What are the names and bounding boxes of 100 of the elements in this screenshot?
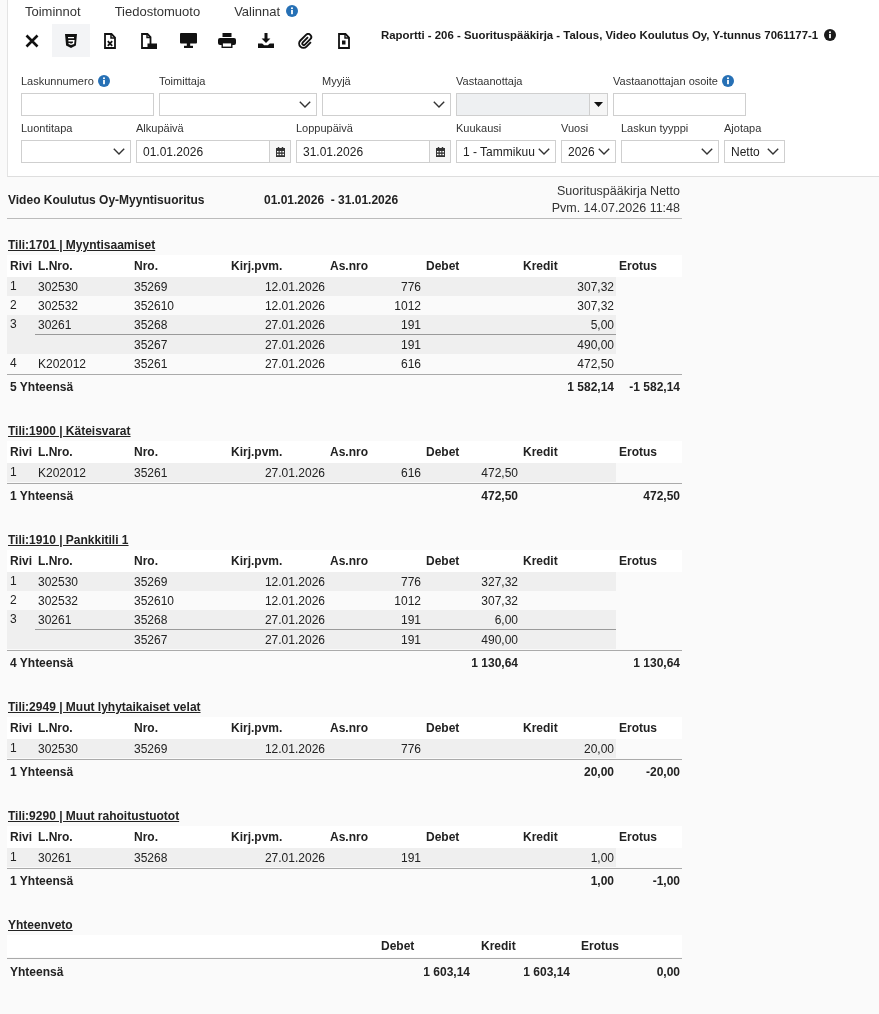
table-cell-text: 302532 (37, 298, 80, 313)
date-field[interactable]: 01.01.2026 (136, 140, 270, 163)
report-date: Pvm. 14.07.2026 11:48 (551, 200, 680, 217)
table-cell-text: 1 (9, 849, 18, 866)
total-value: 0,00 (655, 965, 681, 979)
table-cell-text: 776 (399, 279, 422, 294)
table-cell-text: 307,32 (576, 279, 615, 294)
menu-item[interactable]: Valinnat (234, 3, 281, 19)
account-title: Tili:9290 | Muut rahoitustuotot (8, 809, 180, 823)
chevron-down-icon (701, 148, 713, 155)
column-header: Rivi (9, 554, 33, 568)
total-label: Yhteensä (9, 965, 65, 979)
column-header: As.nro (329, 554, 369, 568)
total-label: 1 Yhteensä (9, 873, 75, 888)
table-cell-text: 4 (9, 355, 18, 372)
table-cell-text: 1,00 (589, 850, 615, 865)
table-cell-text: 35267 (133, 632, 169, 647)
column-header: Kredit (522, 721, 559, 735)
table-cell-text: 1 (9, 573, 18, 590)
column-header: Debet (425, 259, 461, 273)
text-field[interactable] (613, 93, 746, 116)
table-cell-text: 490,00 (480, 632, 519, 647)
printer-icon (218, 33, 236, 48)
column-header: Nro. (133, 259, 159, 273)
download-icon (258, 33, 274, 48)
total-value: 1 130,64 (632, 655, 681, 670)
dropdown[interactable]: 2026 (561, 140, 616, 163)
column-header: Erotus (580, 939, 620, 953)
account-title: Tili:2949 | Muut lyhytaikaiset velat (8, 700, 201, 714)
column-header: Rivi (9, 259, 33, 273)
menu-item[interactable]: Toiminnot (25, 3, 81, 19)
table-cell-text: 1012 (393, 298, 422, 313)
table-cell-text: 35267 (133, 337, 169, 352)
table-cell-text: 3 (9, 611, 18, 628)
column-header: Debet (425, 445, 461, 459)
table-cell-text: 302530 (37, 574, 80, 589)
field-label: Luontitapa (21, 122, 73, 134)
html-export-button[interactable] (52, 24, 90, 57)
column-header: Debet (425, 830, 461, 844)
total-value: -20,00 (644, 764, 681, 779)
table-cell-text: 1012 (393, 593, 422, 608)
table-cell-text: 27.01.2026 (263, 850, 326, 865)
file-x-icon (104, 32, 116, 49)
total-value: -1 582,14 (628, 379, 681, 394)
total-value: 1 130,64 (470, 655, 519, 670)
chevron-down-icon (598, 148, 610, 155)
total-value: 472,50 (480, 488, 519, 503)
column-header: Rivi (9, 445, 33, 459)
column-header: Nro. (133, 721, 159, 735)
table-cell-text: 1 (9, 278, 18, 295)
table-cell-text: 776 (399, 741, 422, 756)
table-cell-text: 302530 (37, 279, 80, 294)
column-header: Debet (425, 721, 461, 735)
column-header: L.Nro. (37, 445, 74, 459)
table-cell-text: 35268 (133, 850, 169, 865)
table-cell-text: 307,32 (576, 298, 615, 313)
table-cell-text: 3 (9, 316, 18, 333)
field-label: Vuosi (561, 122, 589, 134)
dropdown[interactable]: 1 - Tammikuu (456, 140, 556, 163)
table-cell-text: 27.01.2026 (263, 317, 326, 332)
column-header: Kredit (522, 554, 559, 568)
table-cell-text: 490,00 (576, 337, 615, 352)
menu-item[interactable]: Tiedostomuoto (114, 3, 201, 19)
column-header: L.Nro. (37, 830, 74, 844)
calendar-button[interactable] (430, 140, 451, 163)
table-cell-text: 20,00 (582, 741, 615, 756)
field-label: Kuukausi (456, 122, 502, 134)
dropdown-button[interactable] (590, 93, 608, 116)
calendar-button[interactable] (270, 140, 291, 163)
column-header: L.Nro. (37, 554, 74, 568)
total-value: -1,00 (651, 873, 681, 888)
column-header: Kirj.pvm. (230, 259, 284, 273)
total-value: 1,00 (589, 873, 615, 888)
account-title: Tili:1910 | Pankkitili 1 (8, 533, 129, 547)
field-label: Laskun tyyppi (621, 122, 689, 134)
field-label: Myyjä (322, 75, 351, 87)
column-header: As.nro (329, 445, 369, 459)
total-label: 4 Yhteensä (9, 655, 75, 670)
account-title: Tili:1701 | Myyntisaamiset (8, 238, 156, 252)
column-header: Kirj.pvm. (230, 721, 284, 735)
report-name: Suorituspääkirja Netto (557, 183, 680, 200)
column-header: Kredit (522, 445, 559, 459)
table-cell-text: 2 (9, 297, 18, 314)
date-field[interactable]: 31.01.2026 (296, 140, 430, 163)
text-field[interactable] (21, 93, 154, 116)
report-title: Raportti - 206 - Suorituspääkirja - Talous, Video Koulutus Oy, Y-tunnus 7061177-1 (381, 28, 819, 42)
table-cell-text: 191 (399, 317, 422, 332)
table-cell-text: 35261 (133, 356, 169, 371)
table-cell-text: 35269 (133, 279, 169, 294)
table-cell-text: 191 (399, 612, 422, 627)
table-cell-text: K202012 (37, 356, 88, 371)
dropdown[interactable]: Netto (724, 140, 785, 163)
table-cell-text: 1 (9, 464, 18, 481)
table-cell-text: 27.01.2026 (263, 337, 326, 352)
column-header: Erotus (618, 445, 658, 459)
calendar-icon (275, 146, 285, 157)
column-header: Debet (380, 939, 416, 953)
column-header: Nro. (133, 554, 159, 568)
table-cell-text: 307,32 (480, 593, 519, 608)
chevron-down-icon (538, 148, 550, 155)
